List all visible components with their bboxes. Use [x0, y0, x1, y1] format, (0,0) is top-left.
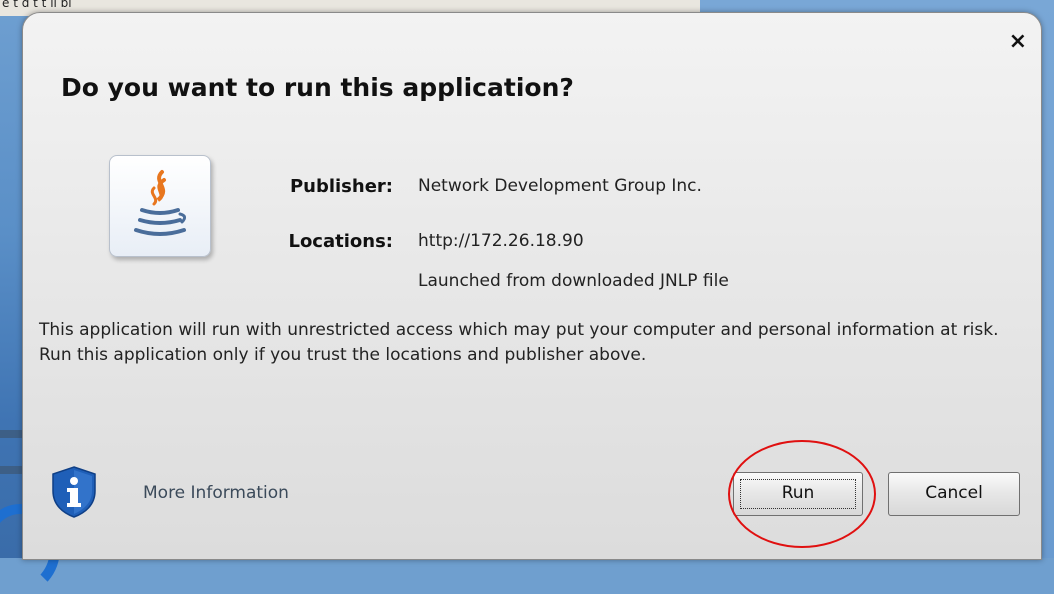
- java-icon: [109, 155, 211, 257]
- run-highlight-circle: [728, 440, 876, 548]
- background-window-text: e t d t t il bl: [2, 0, 72, 10]
- location-value: http://172.26.18.90: [418, 231, 584, 251]
- locations-label: Locations:: [288, 231, 393, 252]
- dialog-title: Do you want to run this application?: [61, 73, 574, 102]
- more-information-link[interactable]: More Information: [143, 483, 289, 503]
- security-dialog: × Do you want to run this application? P…: [22, 12, 1042, 560]
- security-warning-text: This application will run with unrestric…: [39, 320, 999, 365]
- publisher-value: Network Development Group Inc.: [418, 176, 702, 196]
- close-icon[interactable]: ×: [1009, 31, 1027, 53]
- info-shield-icon[interactable]: [49, 465, 99, 519]
- cancel-button[interactable]: Cancel: [888, 472, 1020, 516]
- launched-from-text: Launched from downloaded JNLP file: [418, 271, 729, 291]
- publisher-label: Publisher:: [289, 176, 393, 197]
